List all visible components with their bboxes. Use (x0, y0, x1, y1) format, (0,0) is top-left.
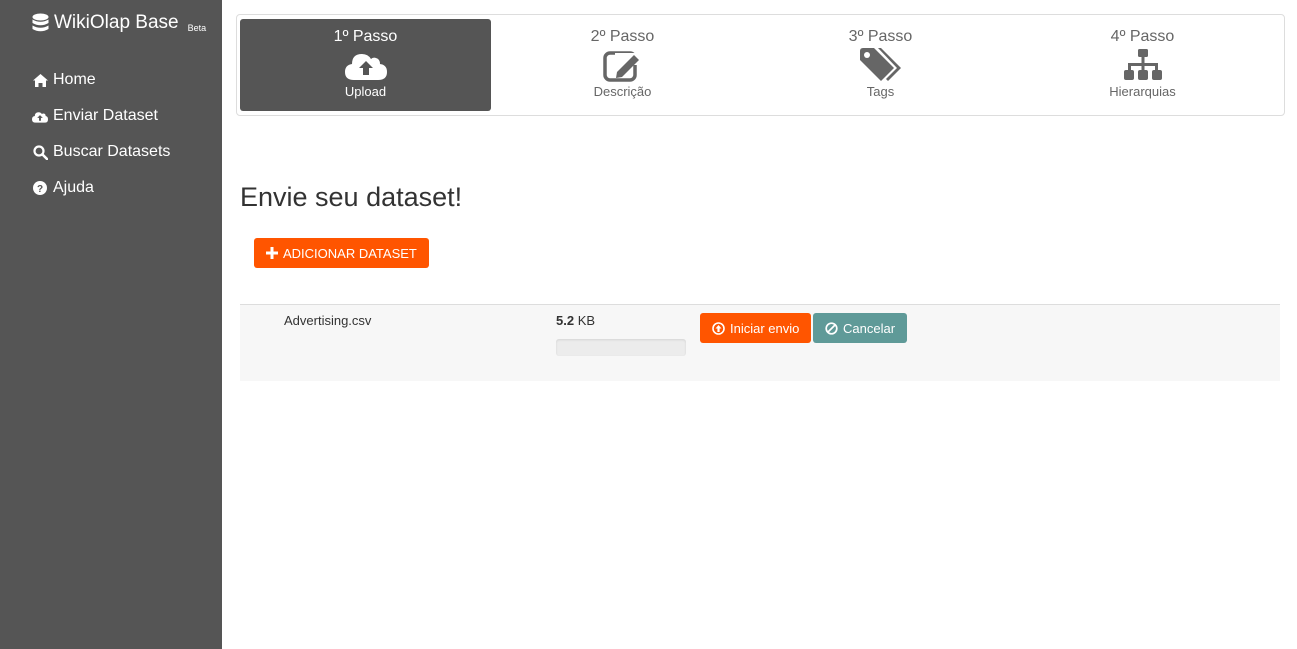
upload-progress-bar (556, 339, 686, 356)
ban-icon (825, 321, 838, 335)
start-upload-button[interactable]: Iniciar envio (700, 313, 812, 343)
brand-title: WikiOlap Base (54, 12, 179, 33)
sidebar: WikiOlap Base Beta Home Enviar Dataset B… (0, 0, 222, 649)
sidebar-item-label: Ajuda (53, 179, 94, 196)
add-dataset-label: ADICIONAR DATASET (283, 245, 417, 261)
file-size-unit: KB (577, 313, 596, 328)
sidebar-item-label: Home (53, 71, 96, 88)
sidebar-item-home[interactable]: Home (32, 62, 170, 98)
search-icon (32, 144, 48, 160)
wizard-steps: 1º Passo Upload 2º Passo Descrição 3º Pa… (236, 14, 1285, 116)
cloud-upload-icon (344, 46, 387, 84)
step-title: 3º Passo (848, 28, 913, 45)
brand[interactable]: WikiOlap Base Beta (32, 11, 206, 35)
add-dataset-button[interactable]: ADICIONAR DATASET (254, 238, 429, 268)
cancel-label: Cancelar (843, 320, 896, 336)
file-row: Advertising.csv 5.2 KB Iniciar envio Can… (240, 304, 1280, 381)
database-icon (32, 13, 49, 33)
step-label: Upload (344, 84, 387, 99)
sidebar-nav: Home Enviar Dataset Buscar Datasets ? Aj… (32, 62, 170, 206)
tags-icon (859, 46, 902, 84)
cancel-button[interactable]: Cancelar (813, 313, 908, 343)
upload-circle-icon (712, 321, 725, 335)
step-title: 2º Passo (590, 28, 655, 45)
file-size-value: 5.2 (556, 313, 575, 328)
step-label: Descrição (593, 84, 652, 99)
page-title: Envie seu dataset! (240, 182, 463, 212)
edit-icon (602, 46, 643, 84)
start-upload-label: Iniciar envio (730, 320, 800, 336)
cloud-upload-icon (32, 108, 48, 124)
step-label: Tags (866, 84, 895, 99)
sidebar-item-enviar-dataset[interactable]: Enviar Dataset (32, 98, 170, 134)
question-circle-icon: ? (32, 180, 48, 196)
home-icon (32, 72, 48, 88)
step-descricao[interactable]: 2º Passo Descrição (497, 19, 748, 111)
svg-text:?: ? (37, 184, 43, 195)
sidebar-item-label: Enviar Dataset (53, 107, 158, 124)
file-size: 5.2 KB (556, 313, 595, 328)
step-title: 4º Passo (1110, 28, 1175, 45)
beta-badge: Beta (187, 23, 207, 33)
sidebar-item-ajuda[interactable]: ? Ajuda (32, 170, 170, 206)
sidebar-item-label: Buscar Datasets (53, 143, 171, 160)
step-upload[interactable]: 1º Passo Upload (240, 19, 491, 111)
step-title: 1º Passo (333, 28, 398, 45)
sitemap-icon (1123, 46, 1163, 84)
file-name: Advertising.csv (284, 313, 372, 328)
step-hierarquias[interactable]: 4º Passo Hierarquias (1017, 19, 1268, 111)
step-tags[interactable]: 3º Passo Tags (755, 19, 1006, 111)
plus-icon (266, 247, 278, 259)
sidebar-item-buscar-datasets[interactable]: Buscar Datasets (32, 134, 170, 170)
step-label: Hierarquias (1109, 84, 1176, 99)
